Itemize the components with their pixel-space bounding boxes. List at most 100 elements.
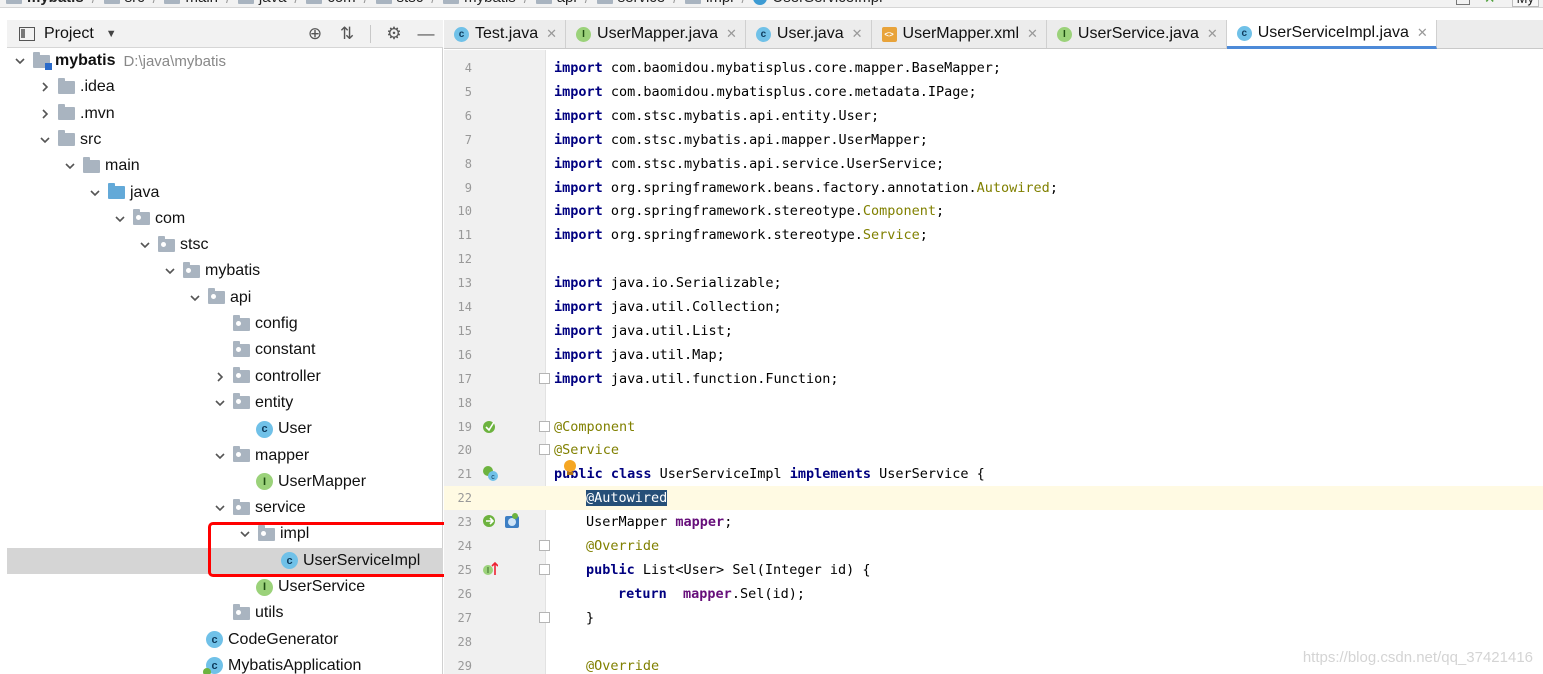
tree-node-controller[interactable]: controller	[7, 364, 443, 390]
close-icon[interactable]: ✕	[726, 26, 737, 42]
locate-icon[interactable]: ⊕	[306, 24, 324, 44]
code-line[interactable]: 11 import org.springframework.stereotype.…	[444, 223, 1543, 247]
breadcrumb-item[interactable]: mybatis	[6, 0, 84, 6]
tree-node-mybatis[interactable]: mybatis D:\java\mybatis	[7, 48, 443, 74]
fold-marker-icon[interactable]	[539, 444, 550, 456]
collapse-icon[interactable]: ⇅	[338, 24, 356, 44]
breadcrumb-item[interactable]: main	[164, 0, 218, 6]
code-line[interactable]: 9 import org.springframework.beans.factor…	[444, 176, 1543, 200]
chevron-down-icon[interactable]	[211, 499, 229, 517]
code-line[interactable]: 5 import com.baomidou.mybatisplus.core.me…	[444, 80, 1543, 104]
code-line[interactable]: 14 import java.util.Collection;	[444, 295, 1543, 319]
tree-node-api[interactable]: api	[7, 285, 443, 311]
code-line[interactable]: 6 import com.stsc.mybatis.api.entity.User…	[444, 104, 1543, 128]
code-line[interactable]: 17 import java.util.function.Function;	[444, 367, 1543, 391]
chevron-down-icon[interactable]	[211, 394, 229, 412]
tree-node-src[interactable]: src	[7, 127, 443, 153]
fold-marker-icon[interactable]	[539, 540, 550, 551]
fold-marker-icon[interactable]	[539, 420, 550, 432]
tab-test-java[interactable]: c Test.java ✕	[444, 20, 567, 48]
tree-node-mybatisapplication[interactable]: c MybatisApplication	[7, 653, 443, 674]
chevron-down-icon[interactable]	[211, 447, 229, 465]
close-icon[interactable]: ✕	[1027, 26, 1038, 42]
navigate-bean-icon[interactable]	[504, 513, 520, 529]
spring-bean-icon[interactable]	[482, 418, 498, 434]
minimize-icon[interactable]: —	[417, 24, 435, 44]
breadcrumb-item[interactable]: impl	[685, 0, 734, 6]
code-line[interactable]: 19 @Component	[444, 415, 1543, 439]
code-line[interactable]: 16 import java.util.Map;	[444, 343, 1543, 367]
gear-icon[interactable]: ⚙	[385, 24, 403, 44]
close-icon[interactable]: ✕	[1207, 26, 1218, 42]
tree-node-main[interactable]: main	[7, 153, 443, 179]
tree-node--idea[interactable]: .idea	[7, 74, 443, 100]
chevron-down-icon[interactable]	[111, 210, 129, 228]
tab-usermapper-java[interactable]: I UserMapper.java ✕	[566, 20, 746, 48]
tab-userserviceimpl-java[interactable]: c UserServiceImpl.java ✕	[1226, 20, 1437, 49]
fold-marker-icon[interactable]	[539, 372, 550, 384]
close-icon[interactable]: ✕	[546, 26, 557, 42]
fold-marker-icon[interactable]	[539, 611, 550, 623]
breadcrumb-item[interactable]: java	[237, 0, 286, 6]
tab-user-java[interactable]: c User.java ✕	[746, 20, 872, 48]
code-line[interactable]: 13 import java.io.Serializable;	[444, 271, 1543, 295]
code-line[interactable]: 15 import java.util.List;	[444, 319, 1543, 343]
tree-node-mapper[interactable]: mapper	[7, 443, 443, 469]
chevron-down-icon[interactable]	[61, 157, 79, 175]
chevron-down-icon[interactable]	[86, 184, 104, 202]
breadcrumb-item[interactable]: api	[535, 0, 577, 6]
code-editor[interactable]: 4 import com.baomidou.mybatisplus.core.ma…	[444, 50, 1543, 674]
tree-node-stsc[interactable]: stsc	[7, 232, 443, 258]
chevron-right-icon[interactable]	[36, 105, 54, 123]
tab-userservice-java[interactable]: I UserService.java ✕	[1047, 20, 1227, 48]
code-line[interactable]: 26 return mapper.Sel(id);	[444, 582, 1543, 606]
tree-node-codegenerator[interactable]: c CodeGenerator	[7, 627, 443, 653]
chevron-down-icon[interactable]	[11, 52, 29, 70]
close-icon[interactable]: ✕	[1417, 25, 1428, 41]
code-line[interactable]: 18	[444, 391, 1543, 415]
tree-node-mybatis[interactable]: mybatis	[7, 258, 443, 284]
implements-icon[interactable]: I	[482, 561, 499, 577]
frame-icon[interactable]	[1455, 0, 1470, 5]
chevron-down-icon[interactable]	[161, 262, 179, 280]
code-line[interactable]: 20 @Service	[444, 438, 1543, 462]
run-configuration-selector[interactable]: My	[1511, 0, 1539, 7]
code-line[interactable]: 27}	[444, 606, 1543, 630]
intention-bulb-icon[interactable]	[562, 459, 578, 481]
spring-class-icon[interactable]: c	[482, 465, 498, 482]
tree-node-usermapper[interactable]: I UserMapper	[7, 469, 443, 495]
tree-node-utils[interactable]: utils	[7, 600, 443, 626]
tree-node-com[interactable]: com	[7, 206, 443, 232]
tree-node-entity[interactable]: entity	[7, 390, 443, 416]
project-tree[interactable]: mybatis D:\java\mybatis .idea .mvn src main ja…	[7, 48, 443, 674]
tree-node-service[interactable]: service	[7, 495, 443, 521]
breadcrumb-item[interactable]: UserServiceImpl	[753, 0, 882, 6]
build-icon[interactable]: ⚒	[1484, 0, 1498, 5]
code-line[interactable]: 21 c public class UserServiceImpl implemen…	[444, 459, 1543, 486]
code-line[interactable]: 10 import org.springframework.stereotype.…	[444, 199, 1543, 223]
chevron-down-icon[interactable]	[36, 131, 54, 149]
breadcrumb-item[interactable]: mybatis	[443, 0, 516, 6]
code-line[interactable]: 4 import com.baomidou.mybatisplus.core.ma…	[444, 56, 1543, 80]
tree-node-constant[interactable]: constant	[7, 337, 443, 363]
tree-node-userservice[interactable]: I UserService	[7, 574, 443, 600]
breadcrumb-item[interactable]: src	[103, 0, 145, 6]
project-view-selector[interactable]: Project	[44, 25, 94, 43]
fold-marker-icon[interactable]	[539, 563, 550, 575]
code-line[interactable]: 7 import com.stsc.mybatis.api.mapper.User…	[444, 128, 1543, 152]
breadcrumb-item[interactable]: service	[596, 0, 665, 6]
chevron-right-icon[interactable]	[36, 78, 54, 96]
chevron-right-icon[interactable]	[211, 368, 229, 386]
chevron-down-icon[interactable]: ▼	[106, 28, 117, 40]
code-line[interactable]: 24 @Override	[444, 534, 1543, 558]
tree-node--mvn[interactable]: .mvn	[7, 101, 443, 127]
breadcrumb-item[interactable]: stsc	[375, 0, 423, 6]
tree-node-java[interactable]: java	[7, 180, 443, 206]
code-line[interactable]: 25 Ipublic List<User> Sel(Integer id) {	[444, 558, 1543, 582]
chevron-down-icon[interactable]	[136, 236, 154, 254]
tab-usermapper-xml[interactable]: <> UserMapper.xml ✕	[872, 20, 1047, 48]
chevron-down-icon[interactable]	[186, 289, 204, 307]
code-line[interactable]: 22 @Autowired	[444, 486, 1543, 511]
tree-node-user[interactable]: c User	[7, 416, 443, 442]
autowired-icon[interactable]	[482, 513, 498, 529]
